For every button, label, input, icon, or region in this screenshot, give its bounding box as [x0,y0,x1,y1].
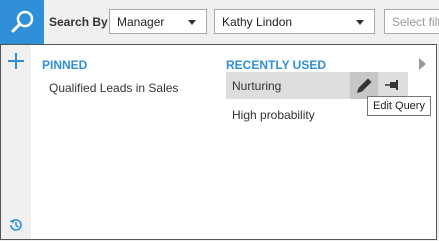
history-icon[interactable] [8,217,24,233]
recent-item-label: High probability [232,108,315,122]
plus-icon[interactable] [7,52,25,70]
search-value-text: Kathy Lindon [222,15,293,29]
pin-query-button[interactable] [378,72,408,99]
search-toggle-button[interactable] [0,0,44,44]
chevron-down-icon [356,20,364,25]
search-value-dropdown[interactable]: Kathy Lindon [214,9,375,34]
edit-query-button[interactable] [350,72,378,99]
recent-item-nurturing[interactable]: Nurturing [226,72,408,99]
pencil-icon [357,78,372,93]
saved-queries-popup: PINNED Qualified Leads in Sales RECENTLY… [0,44,437,240]
chevron-right-icon[interactable] [419,58,426,70]
pin-icon [385,80,398,90]
search-field-value: Manager [117,15,165,29]
pinned-item[interactable]: Qualified Leads in Sales [49,81,178,95]
search-icon [11,10,34,33]
search-by-label: Search By [49,15,108,29]
chevron-down-icon [188,20,196,25]
pinned-heading: PINNED [42,58,88,72]
recently-used-heading: RECENTLY USED [226,58,327,72]
popup-left-rail [1,45,31,239]
search-field-dropdown[interactable]: Manager [109,9,207,34]
filter-input[interactable] [384,9,439,34]
recent-item-label: Nurturing [232,79,282,93]
edit-query-tooltip: Edit Query [367,96,431,116]
